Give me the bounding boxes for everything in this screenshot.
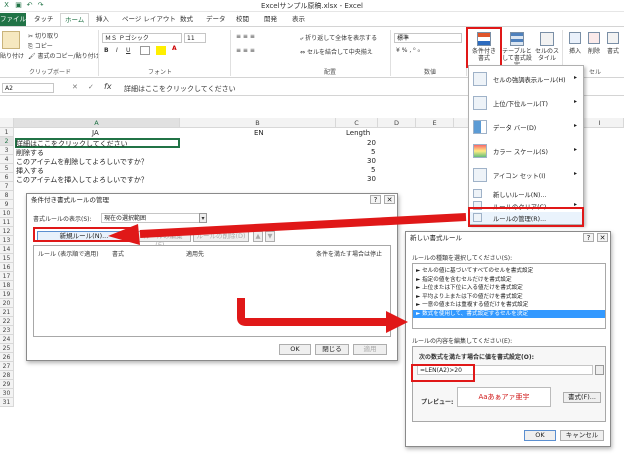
arrow-to-new-rule	[139, 213, 467, 238]
arrow-head-left-icon	[108, 224, 140, 245]
arrow-head-right-icon	[386, 311, 408, 333]
arrow-to-formula-rule	[237, 298, 388, 326]
annotation-arrows	[108, 213, 467, 333]
